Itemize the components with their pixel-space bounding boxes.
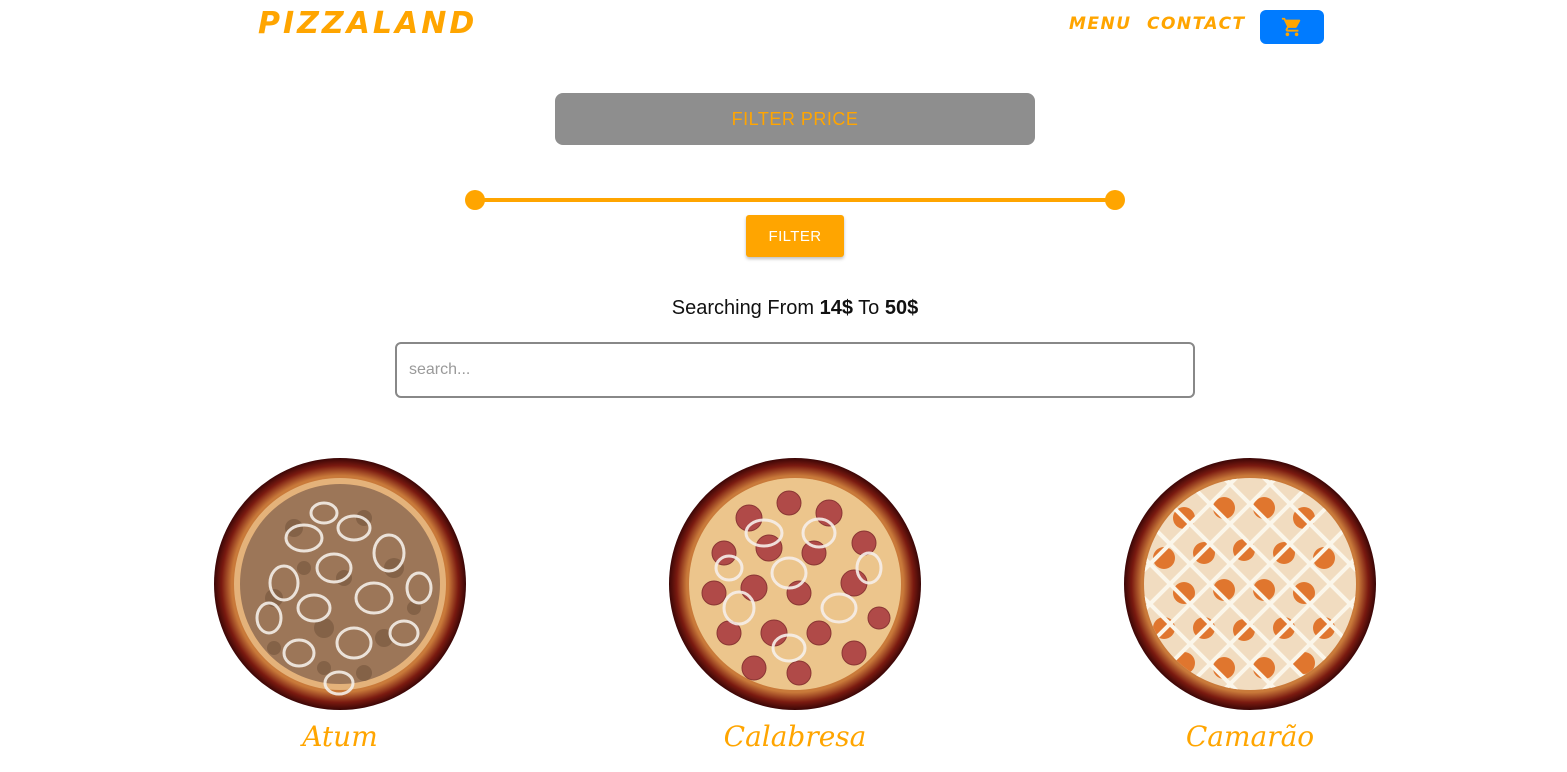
shopping-cart-icon: [1281, 17, 1301, 37]
slider-track[interactable]: [475, 198, 1115, 202]
pizza-atum-image[interactable]: [214, 458, 466, 710]
slider-thumb-max[interactable]: [1105, 190, 1125, 210]
pizza-name: Camarão: [1185, 720, 1315, 753]
pizza-card-camarao[interactable]: Camarão: [1124, 458, 1376, 768]
price-from-value: 14$: [819, 297, 853, 319]
slider-thumb-min[interactable]: [465, 190, 485, 210]
pizza-calabresa-image[interactable]: [669, 458, 921, 710]
searching-prefix: Searching From: [671, 297, 815, 319]
price-to-value: 50$: [884, 297, 919, 319]
searching-middle: To: [858, 297, 880, 319]
price-range-summary: Searching From 14$ To 50$: [0, 297, 1567, 320]
pizza-camarao-image[interactable]: [1124, 458, 1376, 710]
pizza-card-atum[interactable]: Atum: [214, 458, 466, 768]
brand-logo[interactable]: PIZZALAND: [258, 6, 477, 41]
filter-button[interactable]: FILTER: [746, 215, 844, 257]
cart-button[interactable]: [1260, 10, 1324, 44]
pizza-name: Calabresa: [723, 720, 867, 753]
nav-link-contact[interactable]: CONTACT: [1147, 14, 1246, 34]
search-input[interactable]: [395, 342, 1195, 398]
price-range-slider[interactable]: [465, 190, 1125, 210]
pizza-name: Atum: [302, 720, 378, 753]
navbar: PIZZALAND MENU CONTACT: [0, 0, 1567, 56]
filter-price-toggle[interactable]: FILTER PRICE: [555, 93, 1035, 145]
pizza-card-calabresa[interactable]: Calabresa: [669, 458, 921, 768]
nav-link-menu[interactable]: MENU: [1069, 14, 1132, 34]
